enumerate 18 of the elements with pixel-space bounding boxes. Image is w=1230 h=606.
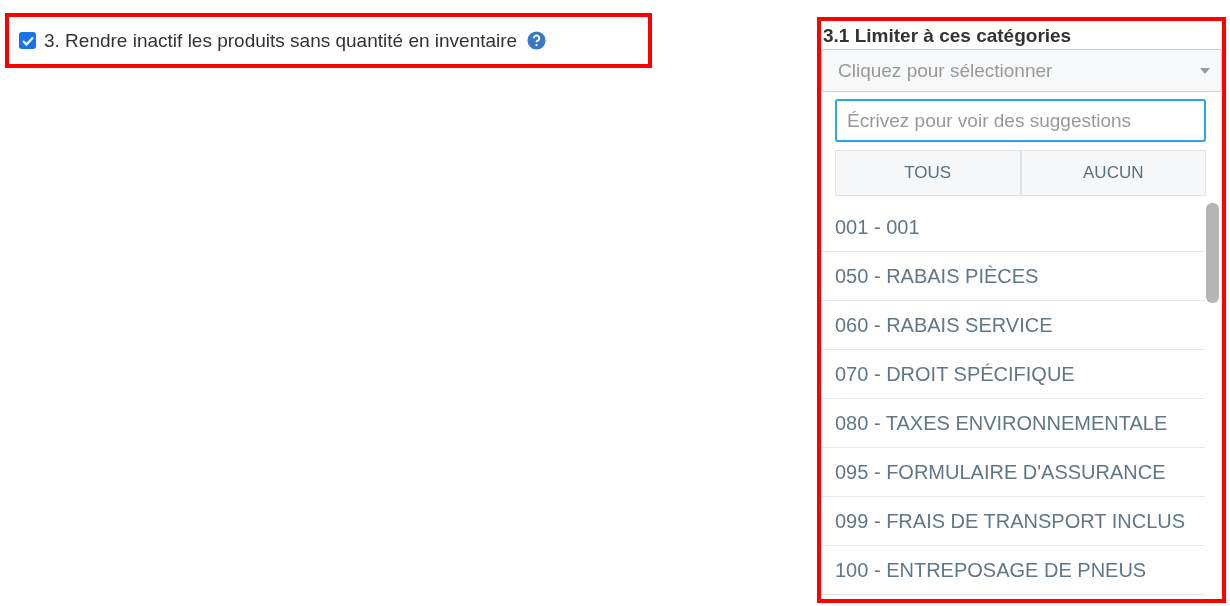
field-label: 3.1 Limiter à ces catégories: [822, 24, 1073, 47]
option-label: 3. Rendre inactif les produits sans quantité en inventaire: [44, 29, 518, 52]
category-option[interactable]: 050 - RABAIS PIÈCES: [821, 252, 1205, 301]
select-button[interactable]: TOUS: [835, 150, 1021, 196]
category-option[interactable]: 001 - 001: [821, 203, 1205, 252]
help-icon[interactable]: [527, 31, 547, 50]
category-option[interactable]: 080 - TAXES ENVIRONNEMENTALE: [821, 399, 1205, 448]
search-field[interactable]: Écrivez pour voir des suggestions: [835, 99, 1206, 142]
select-button[interactable]: AUCUN: [1020, 150, 1206, 196]
checkbox[interactable]: [19, 32, 36, 49]
category-option[interactable]: 100 - ENTREPOSAGE DE PNEUS: [821, 546, 1205, 595]
category-option[interactable]: 060 - RABAIS SERVICE: [821, 301, 1205, 350]
category-option[interactable]: 095 - FORMULAIRE D'ASSURANCE: [821, 448, 1205, 497]
category-option[interactable]: 070 - DROIT SPÉCIFIQUE: [821, 350, 1205, 399]
category-option[interactable]: 099 - FRAIS DE TRANSPORT INCLUS: [821, 497, 1205, 546]
category-select[interactable]: Cliquez pour sélectionner: [821, 49, 1222, 92]
caret-icon: [1199, 66, 1211, 75]
scrollbar-thumb[interactable]: [1206, 203, 1219, 303]
